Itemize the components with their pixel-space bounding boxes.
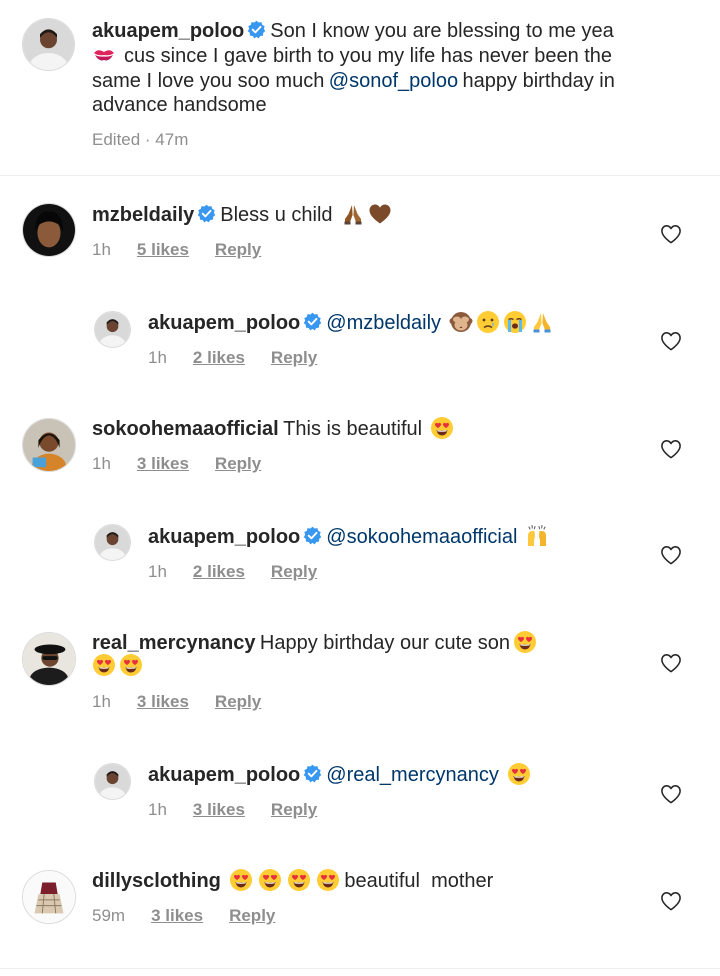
- verified-badge-icon: [247, 20, 266, 39]
- avatar[interactable]: [22, 18, 75, 71]
- profile-photo: [95, 525, 130, 560]
- avatar[interactable]: [22, 870, 76, 924]
- comment-time: 1h: [92, 454, 111, 473]
- comment-username[interactable]: mzbeldaily: [92, 204, 194, 226]
- likes-count[interactable]: 3 likes: [193, 800, 245, 819]
- crying-face-emoji: [476, 310, 500, 334]
- heart-eyes-emoji: [287, 868, 311, 892]
- likes-count[interactable]: 3 likes: [151, 906, 203, 925]
- comment-username[interactable]: real_mercynancy: [92, 632, 255, 654]
- caption-text: Son I know you are blessing to me yea: [270, 20, 614, 42]
- heart-eyes-emoji: [316, 868, 340, 892]
- profile-photo: [95, 312, 130, 347]
- comment-time: 1h: [92, 692, 111, 711]
- avatar[interactable]: [94, 311, 131, 348]
- comment-time: 1h: [92, 240, 111, 259]
- comment-time: 1h: [148, 348, 167, 367]
- heart-eyes-emoji: [513, 630, 537, 654]
- heart-outline-icon[interactable]: [660, 653, 682, 673]
- avatar[interactable]: [94, 524, 131, 561]
- avatar[interactable]: [94, 763, 131, 800]
- comment-text: Happy birthday our cute son: [259, 632, 511, 654]
- caption-text: same I love you soo much: [92, 70, 325, 92]
- heart-outline-icon[interactable]: [660, 439, 682, 459]
- likes-count[interactable]: 2 likes: [193, 348, 245, 367]
- verified-badge-icon: [197, 204, 216, 223]
- comment-meta: 1h 2 likes Reply: [148, 348, 317, 368]
- caption-text: advance handsome: [92, 94, 267, 116]
- comment-meta: 1h 3 likes Reply: [148, 800, 317, 820]
- comment-meta: 1h 5 likes Reply: [92, 240, 261, 260]
- profile-photo: [23, 204, 75, 256]
- avatar[interactable]: [22, 203, 76, 257]
- comment-username[interactable]: dillysclothing: [92, 870, 221, 892]
- verified-badge-icon: [303, 764, 322, 783]
- divider: [0, 175, 720, 176]
- profile-photo: [23, 19, 74, 70]
- raising-hands-emoji: [525, 524, 549, 548]
- mention-link[interactable]: @sokoohemaaofficial: [326, 526, 517, 548]
- verified-badge-icon: [303, 526, 322, 545]
- reply-button[interactable]: Reply: [229, 906, 275, 925]
- reply-button[interactable]: Reply: [215, 692, 261, 711]
- comment-username[interactable]: sokoohemaaofficial: [92, 418, 279, 440]
- comment-text: Bless u child: [220, 204, 333, 226]
- kiss-mark-emoji: [92, 43, 116, 67]
- heart-outline-icon[interactable]: [660, 224, 682, 244]
- heart-eyes-emoji: [507, 762, 531, 786]
- comment-time: 1h: [148, 800, 167, 819]
- comment-username[interactable]: akuapem_poloo: [148, 526, 300, 548]
- divider: [0, 968, 720, 969]
- folded-hands-emoji: [341, 202, 365, 226]
- comment-time: 1h: [148, 562, 167, 581]
- folded-hands-emoji: [530, 310, 554, 334]
- likes-count[interactable]: 5 likes: [137, 240, 189, 259]
- heart-outline-icon[interactable]: [660, 784, 682, 804]
- profile-photo: [95, 764, 130, 799]
- avatar[interactable]: [22, 632, 76, 686]
- reply-button[interactable]: Reply: [271, 562, 317, 581]
- profile-photo: [23, 871, 75, 923]
- verified-badge-icon: [303, 312, 322, 331]
- loudly-crying-face-emoji: [503, 310, 527, 334]
- mention-link[interactable]: @mzbeldaily: [326, 312, 441, 334]
- see-no-evil-monkey-emoji: [449, 310, 473, 334]
- heart-eyes-emoji: [229, 868, 253, 892]
- caption-text: happy birthday in: [462, 70, 615, 92]
- reply-button[interactable]: Reply: [271, 800, 317, 819]
- comment-time: 59m: [92, 906, 126, 925]
- post-username[interactable]: akuapem_poloo: [92, 20, 244, 42]
- heart-outline-icon[interactable]: [660, 545, 682, 565]
- heart-outline-icon[interactable]: [660, 891, 682, 911]
- likes-count[interactable]: 3 likes: [137, 692, 189, 711]
- mention-link[interactable]: @real_mercynancy: [326, 764, 499, 786]
- comment-meta: 1h 2 likes Reply: [148, 562, 317, 582]
- comment-meta: 1h 3 likes Reply: [92, 454, 261, 474]
- comment-meta: 59m 3 likes Reply: [92, 906, 275, 926]
- profile-photo: [23, 633, 75, 685]
- brown-heart-emoji: [368, 202, 392, 226]
- profile-photo: [23, 419, 75, 471]
- comment-username[interactable]: akuapem_poloo: [148, 312, 300, 334]
- likes-count[interactable]: 3 likes: [137, 454, 189, 473]
- caption-text: cus since I gave birth to you my life ha…: [124, 45, 613, 67]
- heart-eyes-emoji: [92, 653, 116, 677]
- heart-outline-icon[interactable]: [660, 331, 682, 351]
- reply-button[interactable]: Reply: [271, 348, 317, 367]
- mention-link[interactable]: @sonof_poloo: [329, 70, 458, 92]
- comment-text: beautiful mother: [344, 870, 494, 892]
- heart-eyes-emoji: [430, 416, 454, 440]
- reply-button[interactable]: Reply: [215, 240, 261, 259]
- avatar[interactable]: [22, 418, 76, 472]
- comment-meta: 1h 3 likes Reply: [92, 692, 261, 712]
- post-meta: Edited · 47m: [92, 130, 189, 149]
- comment-text: This is beautiful: [283, 418, 423, 440]
- heart-eyes-emoji: [119, 653, 143, 677]
- heart-eyes-emoji: [258, 868, 282, 892]
- reply-button[interactable]: Reply: [215, 454, 261, 473]
- likes-count[interactable]: 2 likes: [193, 562, 245, 581]
- comment-username[interactable]: akuapem_poloo: [148, 764, 300, 786]
